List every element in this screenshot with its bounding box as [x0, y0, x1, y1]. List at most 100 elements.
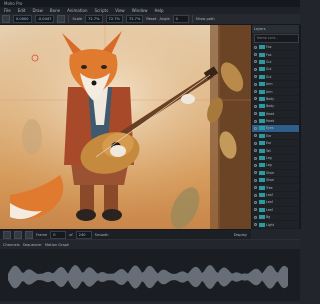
visibility-icon[interactable]	[254, 60, 257, 63]
layer-row[interactable]: Gui	[252, 74, 301, 81]
menu-edit[interactable]: Edit	[18, 7, 26, 14]
visibility-icon[interactable]	[254, 90, 257, 93]
visibility-icon[interactable]	[254, 186, 257, 189]
visibility-icon[interactable]	[254, 201, 257, 204]
layer-row[interactable]: Arm	[252, 81, 301, 88]
layers-scrollbar[interactable]	[299, 25, 301, 229]
reset-button[interactable]: Reset	[146, 17, 156, 21]
visibility-icon[interactable]	[254, 164, 257, 167]
layer-thumbnail	[259, 104, 265, 108]
layer-thumbnail	[259, 53, 265, 57]
visibility-icon[interactable]	[254, 83, 257, 86]
link-icon[interactable]	[57, 15, 65, 23]
menu-bone[interactable]: Bone	[50, 7, 60, 14]
layer-row[interactable]: Light	[252, 221, 301, 228]
layer-row[interactable]: Shoe	[252, 170, 301, 177]
layer-row[interactable]: Ear	[252, 133, 301, 140]
forward-icon[interactable]	[25, 231, 33, 239]
layer-row[interactable]: Arm	[252, 88, 301, 95]
layer-row[interactable]: Leaf	[252, 199, 301, 206]
end-frame-field[interactable]: 240	[76, 231, 92, 239]
layer-row[interactable]: Leaf	[252, 192, 301, 199]
menu-scripts[interactable]: Scripts	[95, 7, 109, 14]
audio-waveform[interactable]	[8, 262, 288, 292]
tab-sequencer[interactable]: Sequencer	[23, 243, 42, 247]
visibility-icon[interactable]	[254, 105, 257, 108]
visibility-icon[interactable]	[254, 208, 257, 211]
menu-view[interactable]: View	[115, 7, 125, 14]
scale-z-field[interactable]: 72.7%	[126, 15, 143, 23]
layer-name: Arm	[266, 90, 273, 94]
layer-row[interactable]: Body	[252, 103, 301, 110]
scale-y-field[interactable]: 72.7%	[106, 15, 123, 23]
layer-row[interactable]: Tree	[252, 184, 301, 191]
play-icon[interactable]	[3, 231, 11, 239]
rewind-icon[interactable]	[14, 231, 22, 239]
menu-file[interactable]: File	[4, 7, 11, 14]
visibility-icon[interactable]	[254, 223, 257, 226]
visibility-icon[interactable]	[254, 134, 257, 137]
layer-row[interactable]: Shoe	[252, 177, 301, 184]
layer-row[interactable]: Gui	[252, 66, 301, 73]
transform-icon[interactable]	[2, 15, 10, 23]
tab-motion-graph[interactable]: Motion Graph	[45, 243, 69, 247]
visibility-icon[interactable]	[254, 142, 257, 145]
canvas-viewport[interactable]	[0, 25, 251, 229]
layer-row[interactable]: Head	[252, 111, 301, 118]
visibility-icon[interactable]	[254, 120, 257, 123]
visibility-icon[interactable]	[254, 112, 257, 115]
visibility-icon[interactable]	[254, 53, 257, 56]
visibility-icon[interactable]	[254, 149, 257, 152]
layer-row[interactable]: Head	[252, 118, 301, 125]
scale-x-field[interactable]: 72.7%	[85, 15, 102, 23]
display-select[interactable]: Display	[234, 233, 247, 237]
visibility-icon[interactable]	[254, 157, 257, 160]
visibility-icon[interactable]	[254, 171, 257, 174]
layer-row[interactable]: Fox	[252, 51, 301, 58]
layer-row[interactable]: Ear	[252, 140, 301, 147]
fox-eye	[81, 65, 87, 69]
layer-name: Leg	[266, 156, 272, 160]
menu-animation[interactable]: Animation	[67, 7, 87, 14]
layer-thumbnail	[259, 126, 265, 130]
layer-thumbnail	[259, 208, 265, 212]
layer-row[interactable]: Leaf	[252, 207, 301, 214]
fox-shoe	[76, 209, 96, 221]
visibility-icon[interactable]	[254, 46, 257, 49]
layer-row[interactable]: Fox	[252, 44, 301, 51]
layer-thumbnail	[259, 75, 265, 79]
interpolation-select[interactable]: Smooth	[95, 233, 109, 237]
position-y-field[interactable]: -0.0447	[35, 15, 55, 23]
layer-row[interactable]: Gui	[252, 59, 301, 66]
layer-row[interactable]: Tail	[252, 147, 301, 154]
tab-channels[interactable]: Channels	[3, 243, 20, 247]
layer-thumbnail	[259, 97, 265, 101]
layer-row[interactable]: Leg	[252, 162, 301, 169]
angle-field[interactable]: 0	[173, 15, 189, 23]
menu-help[interactable]: Help	[154, 7, 163, 14]
layer-thumbnail	[259, 193, 265, 197]
layer-name: Gui	[266, 60, 271, 64]
frame-field[interactable]: 0	[50, 231, 66, 239]
layer-name: Leg	[266, 163, 272, 167]
visibility-icon[interactable]	[254, 68, 257, 71]
timeline-track[interactable]	[0, 294, 300, 304]
layer-row[interactable]: Bg	[252, 214, 301, 221]
layer-row[interactable]: Eyes	[252, 125, 301, 132]
menu-draw[interactable]: Draw	[32, 7, 42, 14]
show-path-toggle[interactable]: Show path	[196, 17, 215, 21]
layer-filter-input[interactable]: Name cont...	[254, 34, 299, 43]
visibility-icon[interactable]	[254, 97, 257, 100]
visibility-icon[interactable]	[254, 216, 257, 219]
layer-name: Tail	[266, 149, 271, 153]
visibility-icon[interactable]	[254, 127, 257, 130]
layer-row[interactable]: Body	[252, 96, 301, 103]
position-x-field[interactable]: 0.0000	[13, 15, 32, 23]
visibility-icon[interactable]	[254, 75, 257, 78]
visibility-icon[interactable]	[254, 194, 257, 197]
layer-list: FoxFoxGuiGuiGuiArmArmBodyBodyHeadHeadEye…	[252, 44, 301, 229]
menu-window[interactable]: Window	[132, 7, 148, 14]
tab-layers[interactable]: Layers	[254, 27, 266, 31]
layer-row[interactable]: Leg	[252, 155, 301, 162]
visibility-icon[interactable]	[254, 179, 257, 182]
